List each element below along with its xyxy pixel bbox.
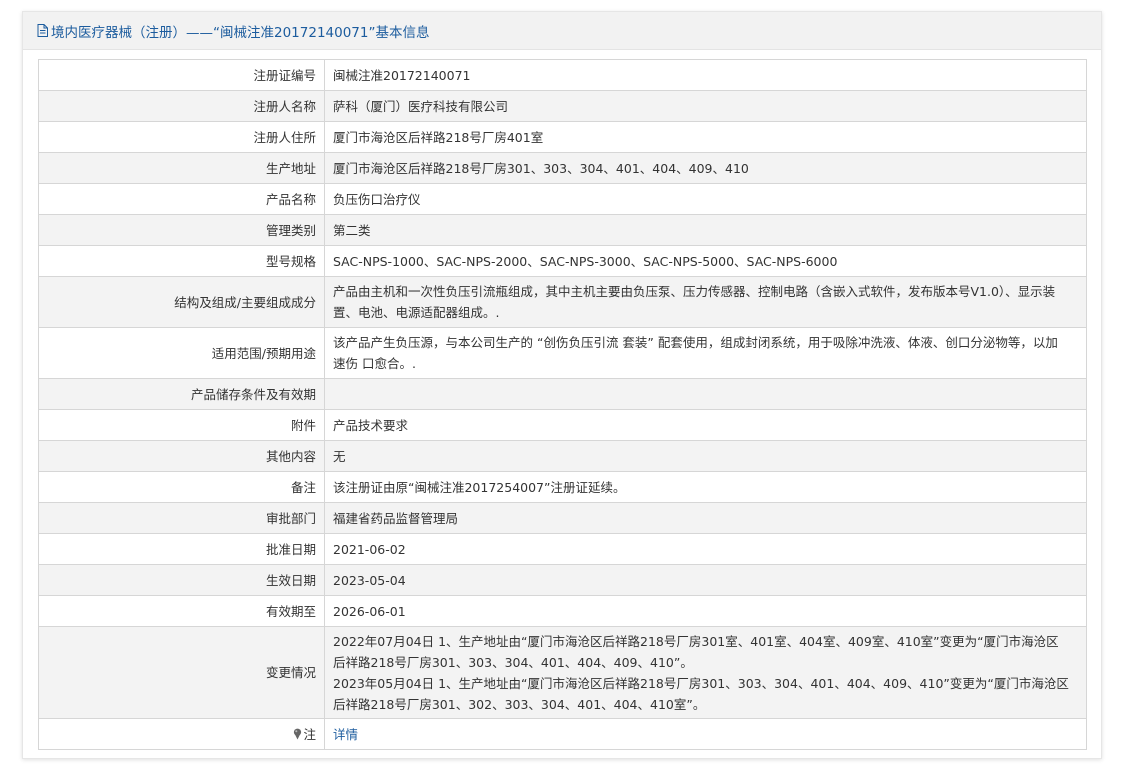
value-line: 速伤 口愈合。.: [333, 356, 416, 371]
table-row: 注 详情: [38, 718, 1087, 750]
field-value: 2023-05-04: [324, 564, 1087, 596]
field-value: 详情: [324, 718, 1087, 750]
field-value: 该注册证由原“闽械注准2017254007”注册证延续。: [324, 471, 1087, 503]
field-label: 适用范围/预期用途: [38, 327, 325, 379]
table-row: 注册证编号 闽械注准20172140071: [38, 59, 1087, 91]
field-label: 产品名称: [38, 183, 325, 215]
field-value: 厦门市海沧区后祥路218号厂房301、303、304、401、404、409、4…: [324, 152, 1087, 184]
field-value: 萨科（厦门）医疗科技有限公司: [324, 90, 1087, 122]
document-icon: [37, 24, 48, 37]
note-label: 注: [303, 726, 316, 742]
value-line: 后祥路218号厂房301、303、304、401、404、409、410”。: [333, 654, 693, 670]
field-value: 产品技术要求: [324, 409, 1087, 441]
field-value: 2022年07月04日 1、生产地址由“厦门市海沧区后祥路218号厂房301室、…: [324, 626, 1087, 719]
table-row: 适用范围/预期用途 该产品产生负压源，与本公司生产的 “创伤负压引流 套装” 配…: [38, 327, 1087, 379]
field-value: 无: [324, 440, 1087, 472]
value-line: 该产品产生负压源，与本公司生产的 “创伤负压引流 套装” 配套使用，组成封闭系统…: [333, 335, 1058, 350]
table-row: 注册人名称 萨科（厦门）医疗科技有限公司: [38, 90, 1087, 122]
info-panel: 境内医疗器械（注册）——“闽械注准20172140071”基本信息 注册证编号 …: [22, 11, 1102, 759]
field-label: 注册人名称: [38, 90, 325, 122]
note-label-cell: 注: [38, 718, 325, 750]
field-label: 变更情况: [38, 626, 325, 719]
value-line: 产品由主机和一次性负压引流瓶组成，其中主机主要由负压泵、压力传感器、控制电路（含…: [333, 284, 1056, 299]
field-value: [324, 378, 1087, 410]
field-label: 其他内容: [38, 440, 325, 472]
field-value: 厦门市海沧区后祥路218号厂房401室: [324, 121, 1087, 153]
value-line: 2022年07月04日 1、生产地址由“厦门市海沧区后祥路218号厂房301室、…: [333, 633, 1059, 649]
table-row: 产品名称 负压伤口治疗仪: [38, 183, 1087, 215]
field-label: 生产地址: [38, 152, 325, 184]
table-row: 备注 该注册证由原“闽械注准2017254007”注册证延续。: [38, 471, 1087, 503]
table-row: 型号规格 SAC-NPS-1000、SAC-NPS-2000、SAC-NPS-3…: [38, 245, 1087, 277]
table-row: 其他内容 无: [38, 440, 1087, 472]
field-value: 2021-06-02: [324, 533, 1087, 565]
table-row: 生产地址 厦门市海沧区后祥路218号厂房301、303、304、401、404、…: [38, 152, 1087, 184]
info-table: 注册证编号 闽械注准20172140071 注册人名称 萨科（厦门）医疗科技有限…: [38, 59, 1087, 750]
field-label: 批准日期: [38, 533, 325, 565]
field-label: 结构及组成/主要组成成分: [38, 276, 325, 328]
field-value: 福建省药品监督管理局: [324, 502, 1087, 534]
details-link[interactable]: 详情: [333, 727, 358, 742]
field-value: 第二类: [324, 214, 1087, 246]
field-label: 备注: [38, 471, 325, 503]
field-label: 审批部门: [38, 502, 325, 534]
field-label: 注册人住所: [38, 121, 325, 153]
field-label: 注册证编号: [38, 59, 325, 91]
panel-header: 境内医疗器械（注册）——“闽械注准20172140071”基本信息: [23, 12, 1101, 50]
table-row: 生效日期 2023-05-04: [38, 564, 1087, 596]
value-line: 置、电池、电源适配器组成。.: [333, 305, 500, 320]
value-line: 后祥路218号厂房301、302、303、304、401、404、410室”。: [333, 696, 706, 712]
field-label: 有效期至: [38, 595, 325, 627]
field-label: 生效日期: [38, 564, 325, 596]
table-row: 结构及组成/主要组成成分 产品由主机和一次性负压引流瓶组成，其中主机主要由负压泵…: [38, 276, 1087, 328]
table-row: 变更情况 2022年07月04日 1、生产地址由“厦门市海沧区后祥路218号厂房…: [38, 626, 1087, 719]
table-row: 审批部门 福建省药品监督管理局: [38, 502, 1087, 534]
field-value: 该产品产生负压源，与本公司生产的 “创伤负压引流 套装” 配套使用，组成封闭系统…: [324, 327, 1087, 379]
field-label: 附件: [38, 409, 325, 441]
field-value: 闽械注准20172140071: [324, 59, 1087, 91]
value-line: 2023年05月04日 1、生产地址由“厦门市海沧区后祥路218号厂房301、3…: [333, 675, 1069, 691]
field-label: 管理类别: [38, 214, 325, 246]
table-row: 有效期至 2026-06-01: [38, 595, 1087, 627]
field-label: 产品储存条件及有效期: [38, 378, 325, 410]
table-row: 管理类别 第二类: [38, 214, 1087, 246]
table-row: 注册人住所 厦门市海沧区后祥路218号厂房401室: [38, 121, 1087, 153]
pin-icon: [294, 728, 302, 739]
table-row: 批准日期 2021-06-02: [38, 533, 1087, 565]
field-value: 产品由主机和一次性负压引流瓶组成，其中主机主要由负压泵、压力传感器、控制电路（含…: [324, 276, 1087, 328]
field-value: 负压伤口治疗仪: [324, 183, 1087, 215]
field-label: 型号规格: [38, 245, 325, 277]
table-row: 产品储存条件及有效期: [38, 378, 1087, 410]
page-title: 境内医疗器械（注册）——“闽械注准20172140071”基本信息: [51, 24, 430, 41]
field-value: 2026-06-01: [324, 595, 1087, 627]
field-value: SAC-NPS-1000、SAC-NPS-2000、SAC-NPS-3000、S…: [324, 245, 1087, 277]
table-row: 附件 产品技术要求: [38, 409, 1087, 441]
